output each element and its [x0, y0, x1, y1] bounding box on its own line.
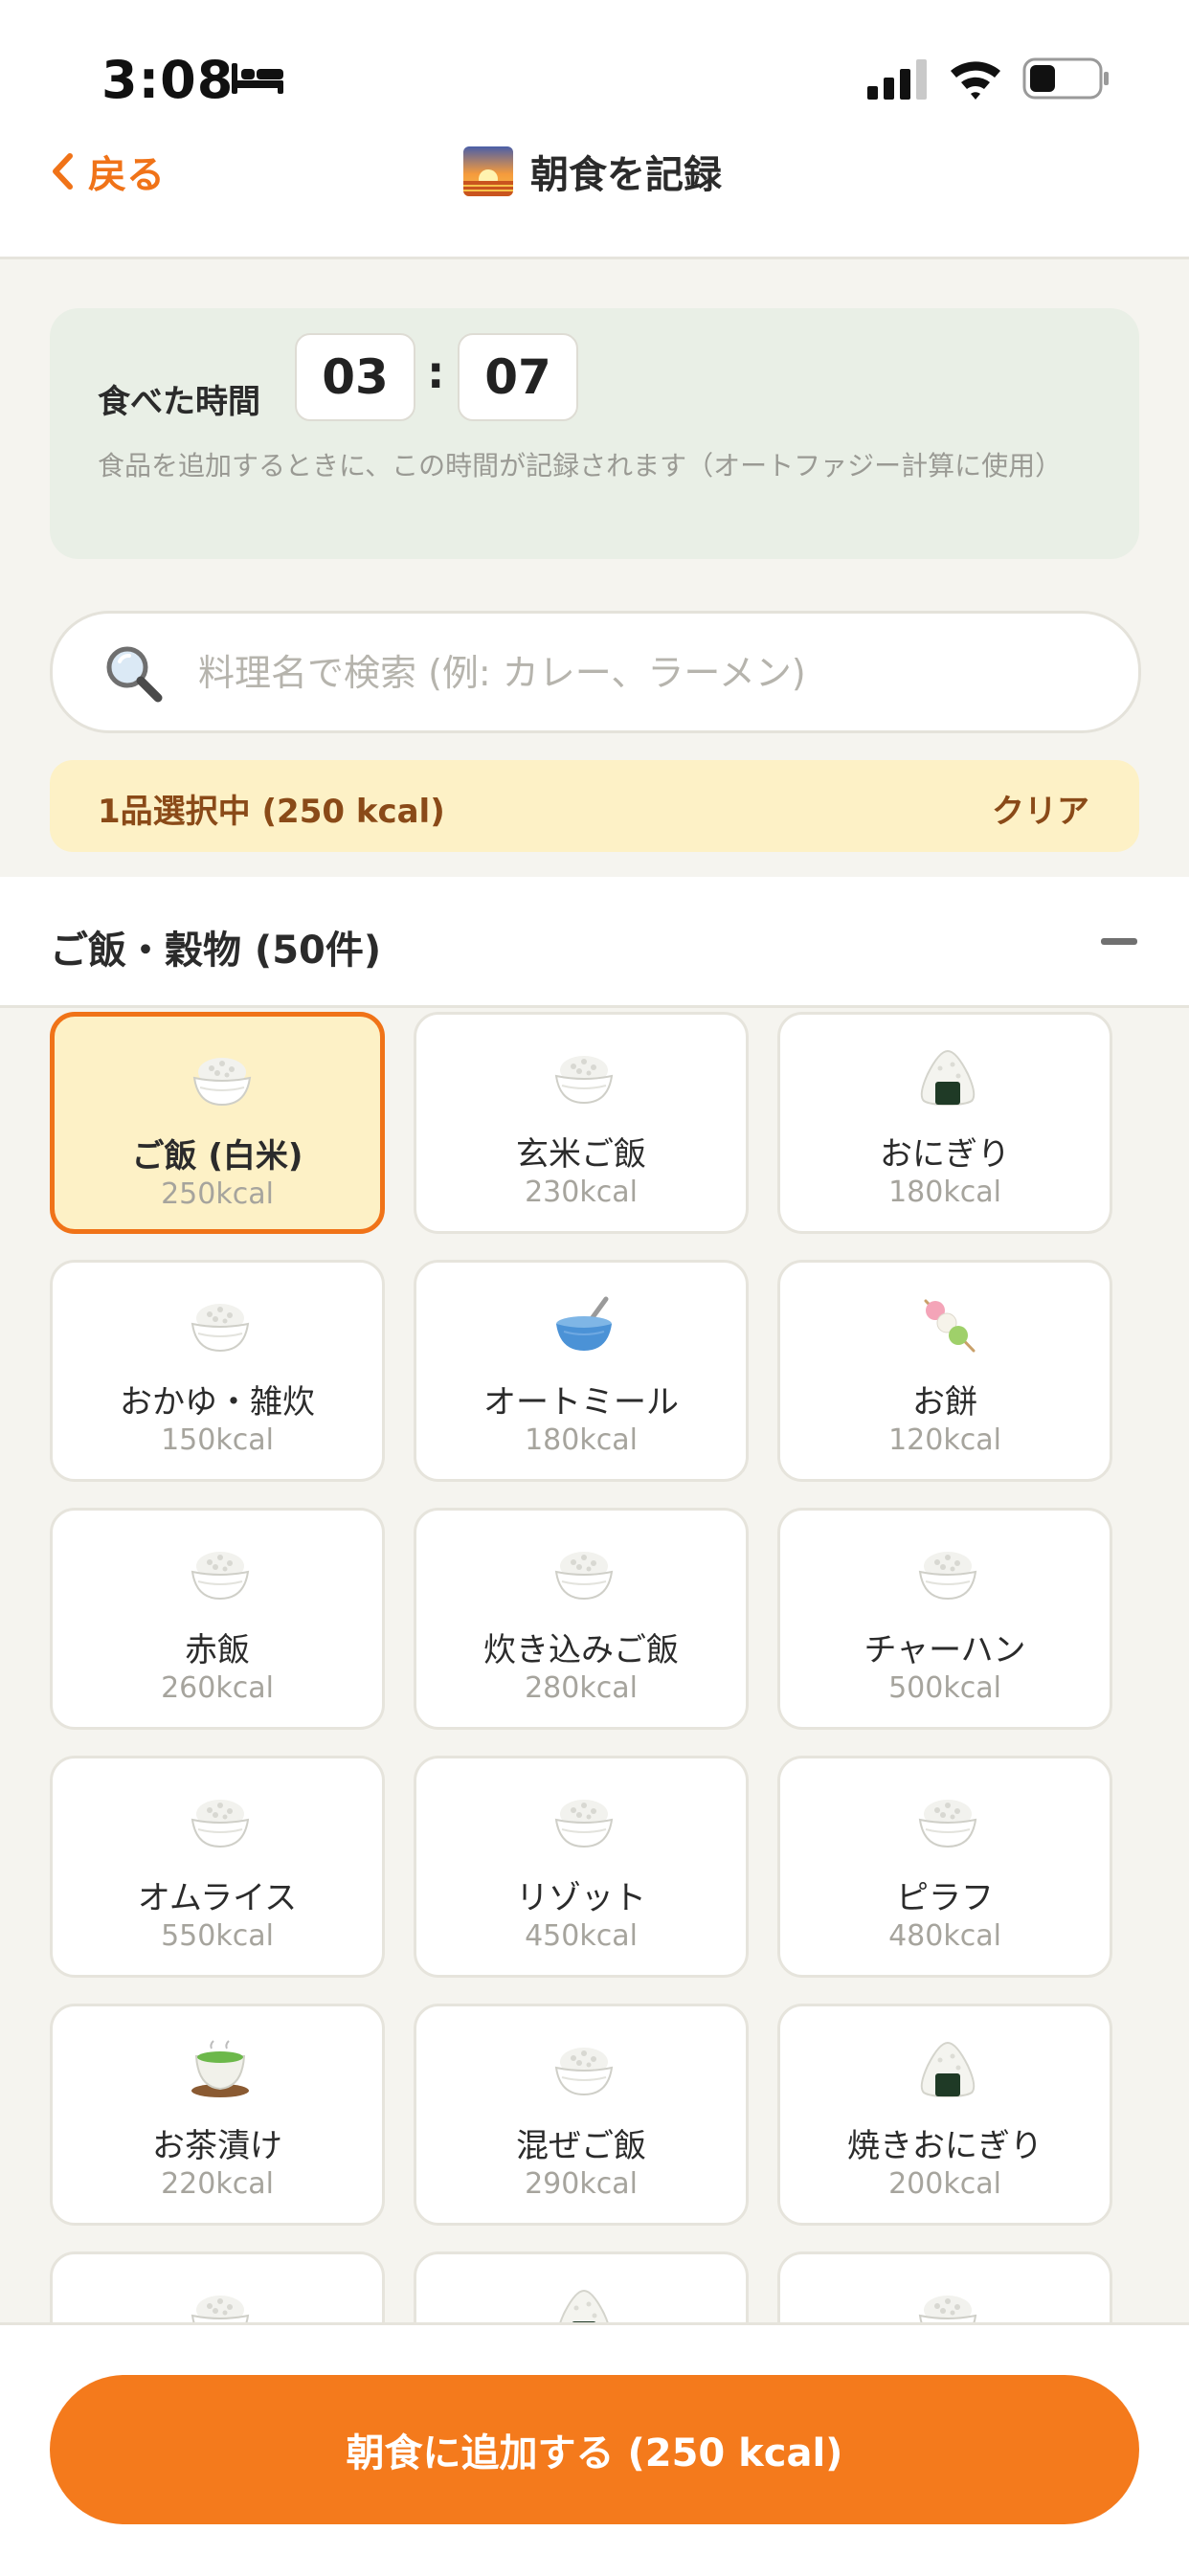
food-name: ご飯 (白米)	[131, 1137, 303, 1176]
sleep-focus-icon	[232, 63, 283, 94]
food-kcal: 280kcal	[525, 1671, 638, 1705]
rice-bowl-icon	[189, 1049, 256, 1109]
food-name: お茶漬け	[152, 2127, 282, 2165]
rice-bowl-icon	[550, 2039, 617, 2098]
food-card[interactable]: リゾット 450kcal	[414, 1756, 749, 1978]
food-kcal: 220kcal	[161, 2167, 274, 2201]
rice-bowl-icon	[914, 2287, 981, 2323]
food-name: ピラフ	[896, 1879, 994, 1917]
nav-bar: 戻る 朝食を記録	[0, 124, 1189, 259]
rice-bowl-icon	[187, 1543, 254, 1602]
back-label: 戻る	[88, 153, 165, 197]
rice-bowl-icon	[550, 1543, 617, 1602]
food-card[interactable]: 混ぜご飯 290kcal	[414, 2004, 749, 2226]
food-card[interactable]: 焼きおにぎり 200kcal	[777, 2004, 1112, 2226]
search-field[interactable]	[50, 611, 1141, 733]
cellular-signal-icon	[867, 59, 927, 100]
nav-title-group: 朝食を記録	[463, 138, 722, 205]
bottom-bar: 朝食に追加する (250 kcal)	[0, 2322, 1189, 2576]
food-card[interactable]: おかゆ・雑炊 150kcal	[50, 1260, 385, 1482]
time-note: 食品を追加するときに、この時間が記録されます（オートファジー計算に使用）	[98, 450, 1063, 482]
food-card[interactable]: ピラフ 480kcal	[777, 1756, 1112, 1978]
rice-bowl-icon	[550, 1791, 617, 1850]
food-name: オートミール	[483, 1383, 679, 1422]
food-kcal: 550kcal	[161, 1919, 274, 1953]
food-card[interactable]: オートミール 180kcal	[414, 1260, 749, 1482]
food-name: おにぎり	[880, 1135, 1010, 1174]
time-separator: :	[427, 347, 445, 398]
food-name: 焼きおにぎり	[847, 2127, 1043, 2165]
food-kcal: 180kcal	[525, 1423, 638, 1457]
onigiri-icon	[914, 1047, 981, 1107]
page-title: 朝食を記録	[530, 153, 722, 197]
status-bar: 3:08	[0, 0, 1189, 144]
eaten-time-label: 食べた時間	[98, 383, 260, 421]
minute-field[interactable]: 07	[458, 333, 578, 421]
dango-icon	[914, 1295, 981, 1355]
category-title: ご飯・穀物 (50件)	[50, 929, 382, 973]
food-card[interactable]: オムライス 550kcal	[50, 1756, 385, 1978]
food-name: おかゆ・雑炊	[120, 1383, 315, 1422]
green-tea-icon	[187, 2039, 254, 2098]
search-icon	[106, 646, 163, 703]
food-name: 混ぜご飯	[516, 2127, 646, 2165]
search-input[interactable]	[196, 642, 1100, 704]
rice-bowl-icon	[187, 1295, 254, 1355]
food-card[interactable]	[50, 2251, 385, 2323]
food-kcal: 500kcal	[888, 1671, 1001, 1705]
food-card[interactable]: お餅 120kcal	[777, 1260, 1112, 1482]
food-kcal: 260kcal	[161, 1671, 274, 1705]
food-card[interactable]: おにぎり 180kcal	[777, 1012, 1112, 1234]
food-kcal: 150kcal	[161, 1423, 274, 1457]
category-header[interactable]: ご飯・穀物 (50件)	[0, 877, 1189, 1008]
food-card[interactable]: 炊き込みご飯 280kcal	[414, 1508, 749, 1730]
add-to-breakfast-button[interactable]: 朝食に追加する (250 kcal)	[50, 2375, 1139, 2524]
food-grid: ご飯 (白米) 250kcal 玄米ご飯 230kcal おにぎり 180kcal おかゆ・…	[0, 1008, 1189, 2323]
collapse-icon[interactable]	[1101, 938, 1137, 945]
clear-button[interactable]: クリア	[992, 785, 1089, 832]
food-kcal: 480kcal	[888, 1919, 1001, 1953]
battery-icon	[1022, 57, 1109, 100]
onigiri-icon	[914, 2039, 981, 2098]
food-name: リゾット	[516, 1879, 646, 1917]
rice-bowl-icon	[914, 1791, 981, 1850]
food-card[interactable]: チャーハン 500kcal	[777, 1508, 1112, 1730]
rice-bowl-icon	[187, 2287, 254, 2323]
food-kcal: 200kcal	[888, 2167, 1001, 2201]
wifi-icon	[951, 61, 1000, 100]
food-card[interactable]: お茶漬け 220kcal	[50, 2004, 385, 2226]
food-name: 炊き込みご飯	[483, 1631, 679, 1669]
selection-banner: 1品選択中 (250 kcal) クリア	[50, 760, 1139, 852]
food-name: お餅	[912, 1383, 977, 1422]
food-name: 赤飯	[185, 1631, 250, 1669]
back-button[interactable]: 戻る	[50, 138, 165, 205]
blue-bowl-icon	[550, 1295, 617, 1355]
food-kcal: 290kcal	[525, 2167, 638, 2201]
food-card[interactable]: 玄米ご飯 230kcal	[414, 1012, 749, 1234]
eaten-time-card: 食べた時間 03 : 07 食品を追加するときに、この時間が記録されます（オート…	[50, 308, 1139, 559]
rice-bowl-icon	[187, 1791, 254, 1850]
food-card[interactable]	[777, 2251, 1112, 2323]
chevron-left-icon	[53, 153, 73, 190]
status-time: 3:08	[101, 50, 235, 110]
hour-field[interactable]: 03	[295, 333, 415, 421]
food-name: チャーハン	[864, 1631, 1026, 1669]
food-kcal: 450kcal	[525, 1919, 638, 1953]
food-kcal: 250kcal	[161, 1177, 274, 1211]
onigiri-icon	[550, 2287, 617, 2323]
food-name: オムライス	[137, 1879, 298, 1917]
sunrise-icon	[463, 146, 513, 196]
food-kcal: 230kcal	[525, 1176, 638, 1209]
rice-bowl-icon	[550, 1047, 617, 1107]
food-kcal: 120kcal	[888, 1423, 1001, 1457]
food-card[interactable]: 赤飯 260kcal	[50, 1508, 385, 1730]
rice-bowl-icon	[914, 1543, 981, 1602]
food-name: 玄米ご飯	[516, 1135, 646, 1174]
food-kcal: 180kcal	[888, 1176, 1001, 1209]
food-card[interactable]: ご飯 (白米) 250kcal	[50, 1012, 385, 1234]
selection-summary: 1品選択中 (250 kcal)	[98, 793, 445, 831]
food-card[interactable]	[414, 2251, 749, 2323]
